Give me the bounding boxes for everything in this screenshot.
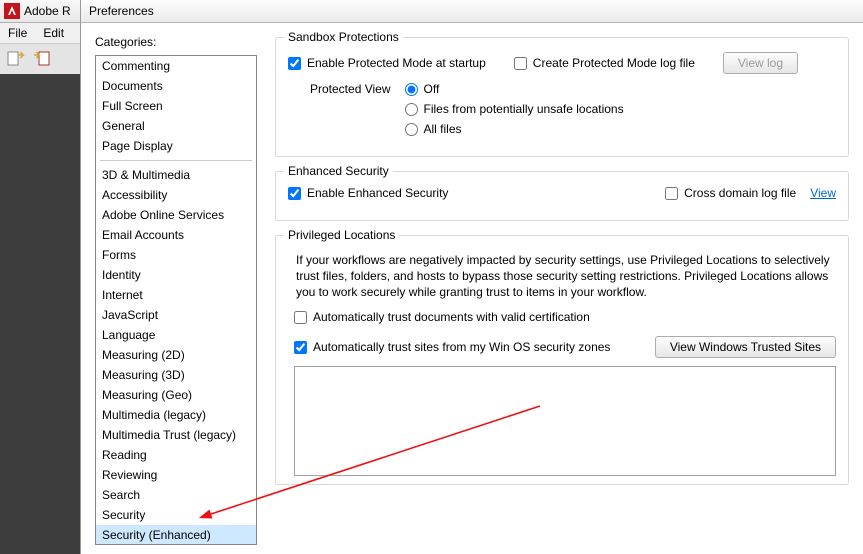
trusted-list-box[interactable] bbox=[294, 366, 836, 476]
category-item[interactable]: Email Accounts bbox=[96, 225, 256, 245]
settings-panel: Sandbox Protections Enable Protected Mod… bbox=[275, 35, 849, 554]
preferences-window: Preferences Categories: CommentingDocume… bbox=[80, 0, 863, 554]
app-dark-area bbox=[0, 74, 80, 554]
create-log-checkbox[interactable]: Create Protected Mode log file bbox=[514, 56, 695, 70]
category-item[interactable]: Forms bbox=[96, 245, 256, 265]
enhanced-title: Enhanced Security bbox=[284, 164, 393, 178]
cross-domain-checkbox[interactable]: Cross domain log file bbox=[665, 186, 796, 200]
auto-trust-sites-checkbox[interactable]: Automatically trust sites from my Win OS… bbox=[294, 340, 610, 354]
sandbox-title: Sandbox Protections bbox=[284, 30, 403, 44]
category-item[interactable]: Multimedia Trust (legacy) bbox=[96, 425, 256, 445]
category-item[interactable]: Measuring (3D) bbox=[96, 365, 256, 385]
privileged-group: Privileged Locations If your workflows a… bbox=[275, 235, 849, 485]
app-menubar: File Edit bbox=[0, 23, 80, 75]
category-item[interactable]: Accessibility bbox=[96, 185, 256, 205]
category-item[interactable]: Internet bbox=[96, 285, 256, 305]
category-item[interactable]: Reading bbox=[96, 445, 256, 465]
category-item[interactable]: Reviewing bbox=[96, 465, 256, 485]
view-log-button[interactable]: View log bbox=[723, 52, 798, 74]
category-item[interactable]: Language bbox=[96, 325, 256, 345]
menu-file[interactable]: File bbox=[0, 23, 35, 43]
category-item[interactable]: Identity bbox=[96, 265, 256, 285]
category-item[interactable]: Measuring (2D) bbox=[96, 345, 256, 365]
protected-view-label: Protected View bbox=[310, 82, 391, 96]
category-item[interactable]: Search bbox=[96, 485, 256, 505]
page-out-icon[interactable] bbox=[4, 48, 26, 70]
category-item[interactable]: Full Screen bbox=[96, 96, 256, 116]
categories-label: Categories: bbox=[95, 35, 257, 49]
page-in-icon[interactable] bbox=[32, 48, 54, 70]
view-link[interactable]: View bbox=[810, 186, 836, 200]
category-item[interactable]: JavaScript bbox=[96, 305, 256, 325]
categories-panel: Categories: CommentingDocumentsFull Scre… bbox=[95, 35, 257, 554]
category-item[interactable]: 3D & Multimedia bbox=[96, 165, 256, 185]
menu-edit[interactable]: Edit bbox=[35, 23, 72, 43]
categories-list[interactable]: CommentingDocumentsFull ScreenGeneralPag… bbox=[95, 55, 257, 545]
category-item[interactable]: Documents bbox=[96, 76, 256, 96]
category-item[interactable]: Commenting bbox=[96, 56, 256, 76]
view-trusted-sites-button[interactable]: View Windows Trusted Sites bbox=[655, 336, 836, 358]
category-item[interactable]: Multimedia (legacy) bbox=[96, 405, 256, 425]
category-separator bbox=[100, 160, 252, 161]
sandbox-group: Sandbox Protections Enable Protected Mod… bbox=[275, 37, 849, 157]
preferences-title: Preferences bbox=[89, 4, 154, 18]
privileged-title: Privileged Locations bbox=[284, 228, 399, 242]
category-item[interactable]: Security bbox=[96, 505, 256, 525]
enhanced-group: Enhanced Security Enable Enhanced Securi… bbox=[275, 171, 849, 221]
enable-enhanced-checkbox[interactable]: Enable Enhanced Security bbox=[288, 186, 448, 200]
app-title: Adobe R bbox=[24, 4, 71, 18]
category-item[interactable]: Measuring (Geo) bbox=[96, 385, 256, 405]
category-item[interactable]: Adobe Online Services bbox=[96, 205, 256, 225]
category-item[interactable]: General bbox=[96, 116, 256, 136]
auto-trust-cert-checkbox[interactable]: Automatically trust documents with valid… bbox=[294, 310, 836, 324]
adobe-icon bbox=[4, 3, 20, 19]
category-item[interactable]: Security (Enhanced) bbox=[96, 525, 256, 545]
radio-unsafe[interactable]: Files from potentially unsafe locations bbox=[405, 102, 624, 116]
preferences-titlebar: Preferences bbox=[81, 0, 863, 23]
enable-protected-checkbox[interactable]: Enable Protected Mode at startup bbox=[288, 56, 486, 70]
privileged-desc: If your workflows are negatively impacte… bbox=[296, 252, 832, 300]
radio-all[interactable]: All files bbox=[405, 122, 624, 136]
category-item[interactable]: Page Display bbox=[96, 136, 256, 156]
radio-off[interactable]: Off bbox=[405, 82, 624, 96]
